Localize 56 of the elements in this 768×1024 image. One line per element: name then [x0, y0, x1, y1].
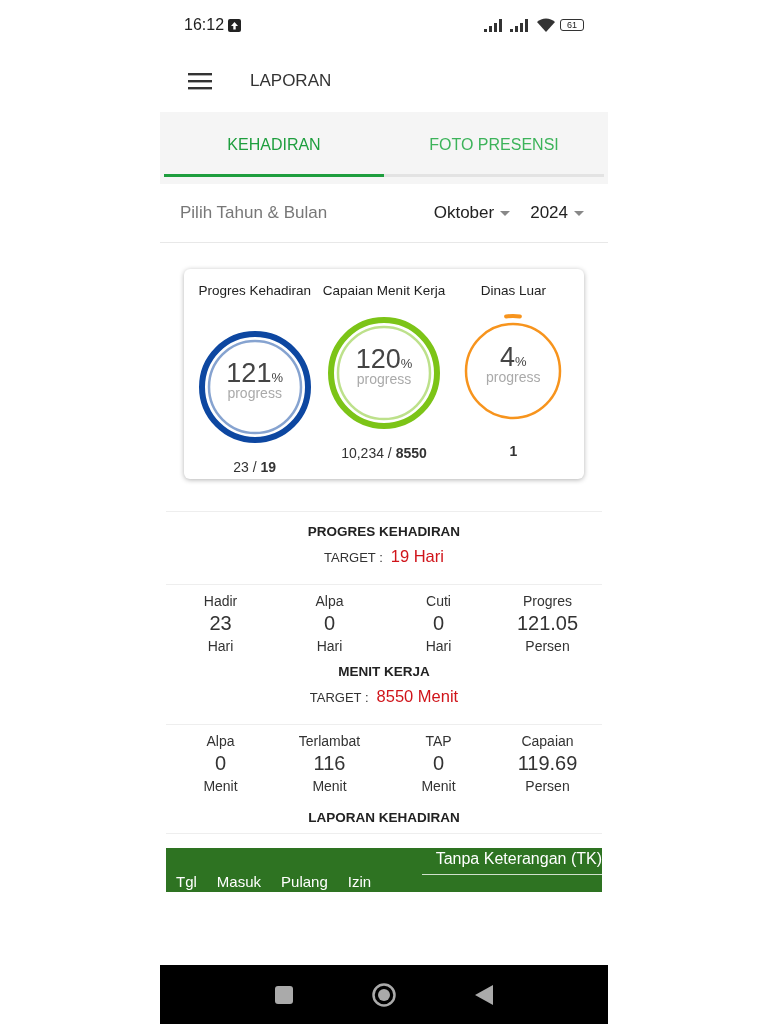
column-header: Pulang	[280, 873, 329, 892]
menu-icon[interactable]	[188, 72, 212, 90]
stat-value: 119.69	[517, 752, 578, 775]
stat-unit: Menit	[203, 778, 238, 794]
stat-value: 0	[432, 612, 445, 635]
wifi-icon	[536, 17, 556, 33]
stat-value: 0	[432, 752, 445, 775]
back-button[interactable]	[475, 984, 493, 1005]
target-value: 8550 Menit	[376, 687, 459, 706]
filter-label: Pilih Tahun & Bulan	[180, 203, 329, 223]
stat-label: Alpa	[206, 733, 235, 749]
target-label: TARGET :	[309, 690, 369, 705]
stat-label: Capaian	[521, 733, 574, 749]
upload-icon	[228, 18, 242, 32]
stat-label: Cuti	[426, 593, 451, 609]
section-title: MENIT KERJA	[338, 664, 430, 679]
stat-value: 23	[209, 612, 232, 635]
stat-label: Hadir	[203, 593, 238, 609]
stat-unit: Hari	[207, 638, 234, 654]
column-header: Masuk	[215, 873, 263, 892]
stat-value: 116	[313, 752, 346, 775]
stat-label: Alpa	[315, 593, 344, 609]
stat-label: Terlambat	[298, 733, 361, 749]
stat-unit: Persen	[525, 778, 570, 794]
caret-icon	[500, 210, 511, 216]
column-header: Izin	[346, 873, 373, 892]
stat-value: 121.05	[516, 612, 579, 635]
gauge-count: 23 / 19	[233, 459, 277, 475]
stat-unit: Hari	[425, 638, 452, 654]
column-header: Tanpa Keterangan (TK)	[421, 848, 602, 875]
stat-value: 0	[323, 612, 336, 635]
gauge-title: Progres Kehadiran	[198, 283, 311, 300]
gauge-count: 1	[509, 443, 518, 459]
stat-unit: Menit	[312, 778, 347, 794]
stat-unit: Persen	[525, 638, 570, 654]
stat-value: 0	[214, 752, 227, 775]
status-time: 16:12	[184, 16, 225, 34]
caret-icon	[574, 210, 584, 216]
recent-apps-button[interactable]	[275, 985, 293, 1004]
target-value: 19 Hari	[390, 547, 444, 566]
target-label: TARGET :	[324, 550, 383, 565]
home-button[interactable]	[371, 981, 397, 1008]
stat-unit: Hari	[316, 638, 343, 654]
battery-icon: 61	[560, 19, 584, 31]
app-title: LAPORAN	[250, 71, 332, 91]
stat-label: Progres	[523, 593, 572, 609]
column-header: Tgl	[175, 873, 198, 892]
gauge-count: 10,234 / 8550	[341, 445, 427, 461]
gauge-title: Capaian Menit Kerja	[322, 283, 446, 300]
gauge-title: Dinas Luar	[480, 283, 546, 300]
section-title: LAPORAN KEHADIRAN	[166, 804, 602, 834]
stat-label: TAP	[425, 733, 452, 749]
dropdown[interactable]: Oktober	[429, 203, 515, 223]
stat-unit: Menit	[421, 778, 456, 794]
dropdown[interactable]: 2024	[526, 203, 588, 223]
section-title: PROGRES KEHADIRAN	[307, 524, 461, 539]
